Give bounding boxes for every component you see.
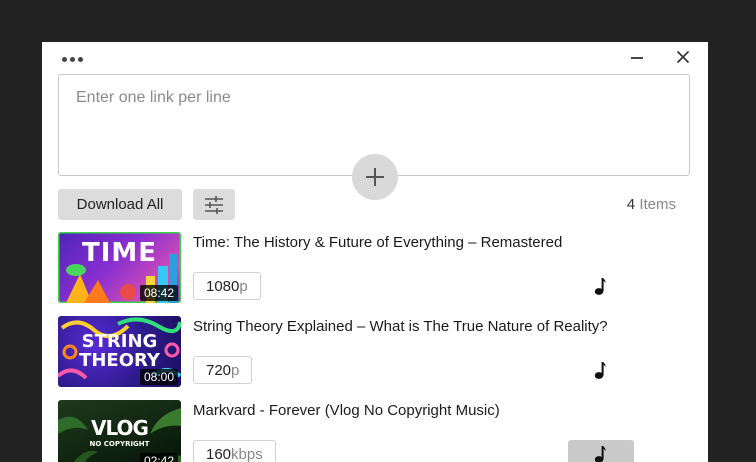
items-count-label: Items xyxy=(639,196,676,213)
close-icon[interactable] xyxy=(674,48,692,66)
app-window: Download All 4 Items TIME 08:42 xyxy=(42,42,708,462)
items-count-number: 4 xyxy=(626,196,636,213)
quality-value: 160 xyxy=(206,445,232,462)
music-note-icon xyxy=(594,446,606,462)
quality-select[interactable]: 160 kbps xyxy=(193,440,276,462)
audio-only-button[interactable] xyxy=(568,440,634,462)
thumbnail-text: NO COPYRIGHT xyxy=(89,440,150,448)
video-row: VLOG NO COPYRIGHT 02:42 Markvard - Forev… xyxy=(58,400,698,462)
audio-only-button[interactable] xyxy=(568,356,634,384)
video-thumbnail[interactable]: STRING THEORY 08:00 xyxy=(58,316,181,387)
title-bar xyxy=(42,42,708,74)
duration-badge: 08:42 xyxy=(139,285,178,301)
quality-select[interactable]: 1080 p xyxy=(193,272,261,300)
video-title: Markvard - Forever (Vlog No Copyright Mu… xyxy=(193,402,500,419)
settings-button[interactable] xyxy=(193,189,235,220)
video-row: TIME 08:42 Time: The History & Future of… xyxy=(58,232,698,306)
minimize-icon[interactable] xyxy=(628,48,646,66)
audio-only-button[interactable] xyxy=(568,272,634,300)
add-link-button[interactable] xyxy=(352,154,398,200)
video-thumbnail[interactable]: TIME 08:42 xyxy=(58,232,181,303)
plus-icon xyxy=(366,168,384,186)
thumbnail-text: THEORY xyxy=(79,350,160,371)
quality-value: 720 xyxy=(206,361,232,379)
thumbnail-text: VLOG xyxy=(91,416,149,440)
video-title: Time: The History & Future of Everything… xyxy=(193,234,563,251)
quality-unit: p xyxy=(231,361,240,379)
duration-badge: 02:42 xyxy=(139,453,178,462)
quality-unit: p xyxy=(239,277,248,295)
items-count: 4 Items xyxy=(627,196,676,213)
video-thumbnail[interactable]: VLOG NO COPYRIGHT 02:42 xyxy=(58,400,181,462)
more-dots-icon[interactable] xyxy=(62,52,86,66)
quality-unit: kbps xyxy=(231,445,263,462)
duration-badge: 08:00 xyxy=(139,369,178,385)
thumbnail-text: STRING xyxy=(81,331,158,352)
video-row: STRING THEORY 08:00 String Theory Explai… xyxy=(58,316,698,390)
music-note-icon xyxy=(594,362,606,379)
video-title: String Theory Explained – What is The Tr… xyxy=(193,318,608,335)
thumbnail-text: TIME xyxy=(81,238,158,268)
download-all-button[interactable]: Download All xyxy=(58,189,182,220)
sliders-icon xyxy=(205,195,223,214)
quality-value: 1080 xyxy=(206,277,240,295)
music-note-icon xyxy=(594,278,606,295)
quality-select[interactable]: 720 p xyxy=(193,356,253,384)
